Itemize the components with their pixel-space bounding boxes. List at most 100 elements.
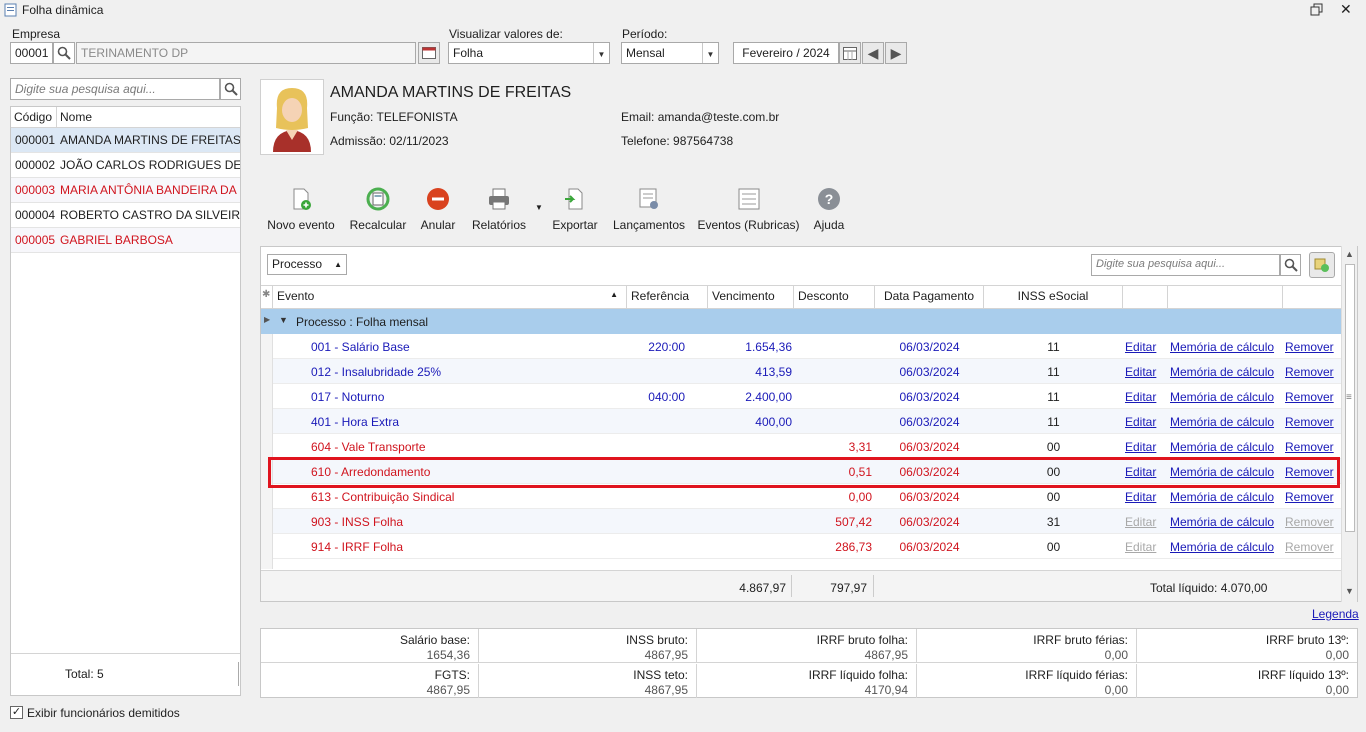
summary-cell: IRRF bruto férias: 0,00 bbox=[917, 629, 1137, 663]
exportar-button[interactable]: Exportar bbox=[550, 187, 600, 233]
employee-name-cell: AMANDA MARTINS DE FREITAS bbox=[60, 133, 240, 147]
cancel-icon bbox=[427, 188, 449, 210]
grid-vertical-scrollbar[interactable]: ▲ ≡ ▼ bbox=[1341, 246, 1357, 602]
memoria-calculo-link[interactable]: Memória de cálculo bbox=[1170, 515, 1274, 529]
grid-search-input[interactable]: Digite sua pesquisa aqui... bbox=[1091, 254, 1280, 276]
col-inss-esocial[interactable]: INSS eSocial bbox=[984, 286, 1123, 308]
col-vencimento[interactable]: Vencimento bbox=[708, 286, 794, 308]
collapse-icon[interactable]: ▼ bbox=[279, 315, 288, 325]
admissao-label: Admissão: bbox=[330, 134, 387, 148]
next-period-button[interactable]: ▶ bbox=[885, 42, 907, 64]
memoria-calculo-link[interactable]: Memória de cálculo bbox=[1170, 440, 1274, 454]
eventos-rubricas-button[interactable]: Eventos (Rubricas) bbox=[697, 187, 800, 233]
table-row[interactable]: 001 - Salário Base 220:00 1.654,36 06/03/20… bbox=[262, 334, 1342, 359]
list-icon bbox=[738, 188, 759, 210]
table-row[interactable]: 401 - Hora Extra 400,00 06/03/2024 11 Editar… bbox=[262, 409, 1342, 434]
telefone-value: 987564738 bbox=[673, 134, 734, 148]
grid-settings-button[interactable] bbox=[1309, 252, 1335, 278]
window-title: Folha dinâmica bbox=[22, 3, 104, 17]
employee-row[interactable]: 000004 ROBERTO CASTRO DA SILVEIRA bbox=[11, 203, 240, 228]
cell-desconto: 286,73 bbox=[835, 540, 872, 554]
summary-value: 0,00 bbox=[1325, 683, 1349, 697]
table-row[interactable]: 017 - Noturno 040:00 2.400,00 06/03/2024 11 E… bbox=[262, 384, 1342, 409]
memoria-calculo-link[interactable]: Memória de cálculo bbox=[1170, 365, 1274, 379]
employee-row[interactable]: 000003 MARIA ANTÔNIA BANDEIRA DA bbox=[11, 178, 240, 203]
editar-link[interactable]: Editar bbox=[1125, 365, 1156, 379]
employee-search-button[interactable] bbox=[220, 78, 241, 100]
group-by-value: Processo bbox=[272, 257, 323, 271]
remover-link[interactable]: Remover bbox=[1285, 415, 1334, 429]
table-row[interactable]: 903 - INSS Folha 507,42 06/03/2024 31 Editar… bbox=[262, 509, 1342, 534]
summary-label: IRRF bruto folha: bbox=[816, 633, 908, 647]
visualizar-select[interactable]: Folha ▼ bbox=[448, 42, 610, 64]
editar-link[interactable]: Editar bbox=[1125, 340, 1156, 354]
col-codigo[interactable]: Código bbox=[11, 107, 57, 127]
memoria-calculo-link[interactable]: Memória de cálculo bbox=[1170, 490, 1274, 504]
employee-row[interactable]: 000001 AMANDA MARTINS DE FREITAS bbox=[11, 128, 240, 153]
summary-value: 0,00 bbox=[1104, 683, 1128, 697]
memoria-calculo-link[interactable]: Memória de cálculo bbox=[1170, 340, 1274, 354]
lancamentos-button[interactable]: Lançamentos bbox=[610, 187, 688, 233]
restore-icon[interactable] bbox=[1310, 3, 1324, 17]
empresa-code-field[interactable]: 00001 bbox=[10, 42, 53, 64]
col-evento[interactable]: Evento ▲ bbox=[273, 286, 627, 308]
table-row[interactable]: 914 - IRRF Folha 286,73 06/03/2024 00 Editar… bbox=[262, 534, 1342, 559]
periodo-select[interactable]: Mensal ▼ bbox=[621, 42, 719, 64]
cell-desconto: 0,00 bbox=[848, 490, 872, 504]
memoria-calculo-link[interactable]: Memória de cálculo bbox=[1170, 415, 1274, 429]
cell-vencimento: 1.654,36 bbox=[745, 340, 792, 354]
scroll-down-icon[interactable]: ▼ bbox=[1345, 586, 1354, 596]
previous-period-button[interactable]: ◀ bbox=[862, 42, 884, 64]
anular-button[interactable]: Anular bbox=[418, 187, 458, 233]
cell-inss: 11 bbox=[1047, 365, 1060, 379]
chevron-down-icon: ▼ bbox=[593, 43, 609, 63]
editar-link[interactable]: Editar bbox=[1125, 515, 1156, 529]
novo-evento-button[interactable]: Novo evento bbox=[264, 187, 338, 233]
help-icon: ? bbox=[818, 188, 840, 210]
table-row[interactable]: 012 - Insalubridade 25% 413,59 06/03/2024 1… bbox=[262, 359, 1342, 384]
editar-link[interactable]: Editar bbox=[1125, 440, 1156, 454]
col-nome[interactable]: Nome bbox=[57, 107, 92, 127]
ajuda-button[interactable]: ? Ajuda bbox=[810, 187, 848, 233]
employee-search-input[interactable]: Digite sua pesquisa aqui... bbox=[10, 78, 220, 100]
close-icon[interactable]: ✕ bbox=[1340, 1, 1352, 18]
empresa-search-button[interactable] bbox=[53, 42, 75, 64]
remover-link[interactable]: Remover bbox=[1285, 365, 1334, 379]
memoria-calculo-link[interactable]: Memória de cálculo bbox=[1170, 540, 1274, 554]
employee-row[interactable]: 000002 JOÃO CARLOS RODRIGUES DE bbox=[11, 153, 240, 178]
cell-evento: 001 - Salário Base bbox=[311, 340, 410, 354]
memoria-calculo-link[interactable]: Memória de cálculo bbox=[1170, 390, 1274, 404]
employee-row[interactable]: 000005 GABRIEL BARBOSA bbox=[11, 228, 240, 253]
group-by-select[interactable]: Processo ▲ bbox=[267, 254, 347, 275]
legenda-link[interactable]: Legenda bbox=[1312, 607, 1359, 621]
recalcular-button[interactable]: Recalcular bbox=[348, 187, 408, 233]
remover-link[interactable]: Remover bbox=[1285, 340, 1334, 354]
table-row[interactable]: 604 - Vale Transporte 3,31 06/03/2024 00 Edi… bbox=[262, 434, 1342, 459]
summary-value: 1654,36 bbox=[426, 648, 470, 662]
editar-link[interactable]: Editar bbox=[1125, 540, 1156, 554]
editar-link[interactable]: Editar bbox=[1125, 490, 1156, 504]
grid-search-button[interactable] bbox=[1280, 254, 1301, 276]
email-label: Email: bbox=[621, 110, 655, 124]
remover-link[interactable]: Remover bbox=[1285, 515, 1334, 529]
remover-link[interactable]: Remover bbox=[1285, 390, 1334, 404]
editar-link[interactable]: Editar bbox=[1125, 415, 1156, 429]
cell-inss: 00 bbox=[1046, 540, 1061, 554]
scroll-up-icon[interactable]: ▲ bbox=[1345, 249, 1354, 259]
col-data-pagamento[interactable]: Data Pagamento bbox=[875, 286, 984, 308]
relatorios-button[interactable]: Relatórios bbox=[468, 187, 530, 233]
calendar-picker-button[interactable] bbox=[839, 42, 861, 64]
col-desconto[interactable]: Desconto bbox=[794, 286, 875, 308]
remover-link[interactable]: Remover bbox=[1285, 540, 1334, 554]
calendar-button[interactable] bbox=[418, 42, 440, 64]
col-referencia[interactable]: Referência bbox=[627, 286, 708, 308]
group-row[interactable]: ▶ ▼ Processo : Folha mensal bbox=[261, 309, 1341, 334]
relatorios-dropdown-icon[interactable]: ▼ bbox=[535, 203, 543, 212]
cell-data-pagamento: 06/03/2024 bbox=[899, 540, 960, 554]
editar-link[interactable]: Editar bbox=[1125, 390, 1156, 404]
period-date-field[interactable]: Fevereiro / 2024 bbox=[733, 42, 839, 64]
remover-link[interactable]: Remover bbox=[1285, 440, 1334, 454]
summary-cell: FGTS: 4867,95 bbox=[261, 664, 479, 698]
remover-link[interactable]: Remover bbox=[1285, 490, 1334, 504]
show-dismissed-checkbox[interactable]: ✓ bbox=[10, 706, 23, 719]
